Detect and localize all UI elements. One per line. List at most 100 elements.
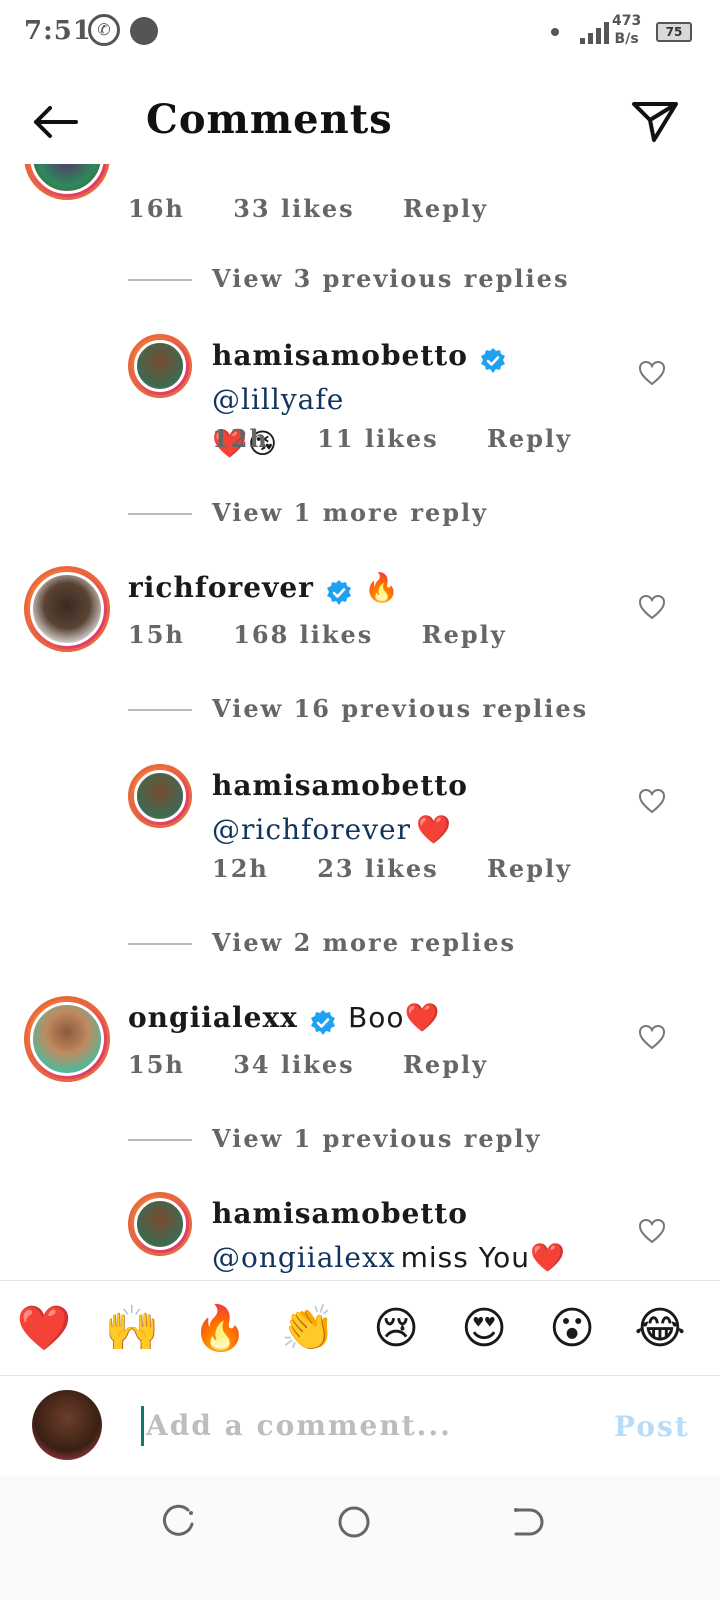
signal-icon (580, 18, 616, 44)
username[interactable]: richforever (128, 571, 314, 604)
reply-body: hamisamobetto @ongiialexx miss You❤️ (212, 1194, 622, 1282)
reaction-heart-eyes[interactable]: 😍 (456, 1301, 512, 1357)
reply-body: hamisamobetto @richforever ❤️ (212, 766, 612, 854)
back-nav-icon[interactable] (508, 1504, 544, 1540)
like-heart-icon[interactable] (638, 594, 666, 620)
view-replies-link[interactable]: View 1 previous reply (212, 1124, 542, 1153)
avatar[interactable] (24, 996, 110, 1082)
divider-line (128, 1139, 192, 1141)
comment-likes[interactable]: 11 likes (317, 424, 438, 453)
reply-button[interactable]: Reply (422, 620, 507, 649)
divider-line (128, 513, 192, 515)
reaction-clap[interactable]: 👏 (280, 1301, 336, 1357)
comment-meta: 15h 168 likes Reply (128, 620, 545, 649)
username[interactable]: hamisamobetto (212, 339, 468, 372)
view-replies-link[interactable]: View 2 more replies (212, 928, 516, 957)
verified-badge-icon (481, 347, 506, 373)
username[interactable]: hamisamobetto (212, 769, 468, 802)
send-icon[interactable] (630, 96, 680, 146)
view-replies-row[interactable]: View 1 previous reply (0, 1124, 720, 1158)
view-replies-row[interactable]: View 16 previous replies (0, 694, 720, 728)
avatar[interactable] (128, 334, 192, 398)
verified-badge-icon (310, 1009, 335, 1035)
avatar[interactable] (128, 764, 192, 828)
comment-time: 15h (128, 620, 185, 649)
comment-meta: 16h 33 likes Reply (128, 194, 526, 223)
reaction-surprised[interactable]: 😮 (544, 1301, 600, 1357)
view-replies-row[interactable]: View 3 previous replies (0, 264, 720, 298)
comment-meta: 12h 11 likes Reply (212, 424, 610, 453)
back-arrow-icon[interactable] (30, 102, 80, 142)
post-button[interactable]: Post (614, 1410, 690, 1443)
like-heart-icon[interactable] (638, 360, 666, 386)
like-heart-icon[interactable] (638, 1218, 666, 1244)
comment-text: Boo❤️ (348, 1001, 441, 1034)
comment-text: 🔥 (364, 571, 400, 604)
net-speed-unit: B/s (614, 31, 639, 47)
mention-link[interactable]: @lillyafe (212, 383, 344, 416)
verified-badge-icon (327, 579, 352, 605)
avatar[interactable] (128, 1192, 192, 1256)
comment-meta: 12h 23 likes Reply (212, 854, 610, 883)
view-replies-link[interactable]: View 3 previous replies (212, 264, 569, 293)
comment-item: ongiialexx Boo❤️ 15h 34 likes Reply (0, 994, 720, 1114)
divider-line (128, 943, 192, 945)
reaction-fire[interactable]: 🔥 (192, 1301, 248, 1357)
battery-icon: 75 (656, 22, 692, 42)
net-speed: 473 B/s (612, 12, 641, 48)
notification-dot-icon (130, 17, 158, 45)
comment-time: 12h (212, 854, 269, 883)
net-speed-value: 473 (612, 13, 642, 29)
comment-meta: 15h 34 likes Reply (128, 1050, 526, 1079)
comment-input-bar: Post (0, 1376, 720, 1476)
avatar[interactable] (24, 566, 110, 652)
view-replies-link[interactable]: View 16 previous replies (212, 694, 588, 723)
reply-item: hamisamobetto @richforever ❤️ 12h 23 lik… (0, 762, 720, 902)
reply-button[interactable]: Reply (403, 1050, 488, 1079)
username[interactable]: hamisamobetto (212, 1197, 468, 1230)
comment-text: ❤️ (416, 813, 452, 846)
reply-item: hamisamobetto @lillyafe ❤️😘 12h 11 likes… (0, 332, 720, 472)
reply-button[interactable]: Reply (403, 194, 488, 223)
quick-reactions-bar: ❤️ 🙌 🔥 👏 😢 😍 😮 😂 (0, 1280, 720, 1376)
comments-list[interactable]: 16h 33 likes Reply View 3 previous repli… (0, 164, 720, 1308)
whatsapp-icon: ✆ (88, 14, 120, 46)
view-replies-row[interactable]: View 1 more reply (0, 498, 720, 532)
comment-likes[interactable]: 168 likes (233, 620, 373, 649)
reply-button[interactable]: Reply (487, 424, 572, 453)
mention-link[interactable]: @ongiialexx (212, 1241, 396, 1274)
comment-likes[interactable]: 34 likes (233, 1050, 354, 1079)
view-replies-row[interactable]: View 2 more replies (0, 928, 720, 962)
divider-line (128, 709, 192, 711)
header: Comments (0, 80, 720, 164)
reply-button[interactable]: Reply (487, 854, 572, 883)
recent-apps-icon[interactable] (162, 1504, 198, 1540)
comment-body: ongiialexx Boo❤️ (128, 998, 440, 1042)
text-cursor (141, 1406, 144, 1446)
comment-time: 16h (128, 194, 185, 223)
view-replies-link[interactable]: View 1 more reply (212, 498, 488, 527)
comment-time: 12h (212, 424, 269, 453)
status-time: 7:51 (24, 16, 92, 46)
home-icon[interactable] (336, 1504, 372, 1540)
reaction-heart[interactable]: ❤️ (16, 1301, 72, 1357)
comment-likes[interactable]: 33 likes (233, 194, 354, 223)
page-title: Comments (146, 96, 393, 143)
comment-input[interactable] (146, 1402, 566, 1448)
comment-likes[interactable]: 23 likes (317, 854, 438, 883)
like-heart-icon[interactable] (638, 1024, 666, 1050)
comment-time: 15h (128, 1050, 185, 1079)
avatar[interactable] (24, 164, 110, 200)
mention-link[interactable]: @richforever (212, 813, 411, 846)
reaction-laughing[interactable]: 😂 (632, 1301, 688, 1357)
system-nav-bar (0, 1476, 720, 1600)
comment-text: miss You❤️ (400, 1241, 566, 1274)
current-user-avatar (32, 1390, 102, 1460)
small-dot-icon (551, 28, 559, 36)
like-heart-icon[interactable] (638, 788, 666, 814)
reaction-crying[interactable]: 😢 (368, 1301, 424, 1357)
comment-item: richforever 🔥 15h 168 likes Reply (0, 564, 720, 684)
reaction-raising-hands[interactable]: 🙌 (104, 1301, 160, 1357)
username[interactable]: ongiialexx (128, 1001, 298, 1034)
comment-body: richforever 🔥 (128, 568, 400, 612)
